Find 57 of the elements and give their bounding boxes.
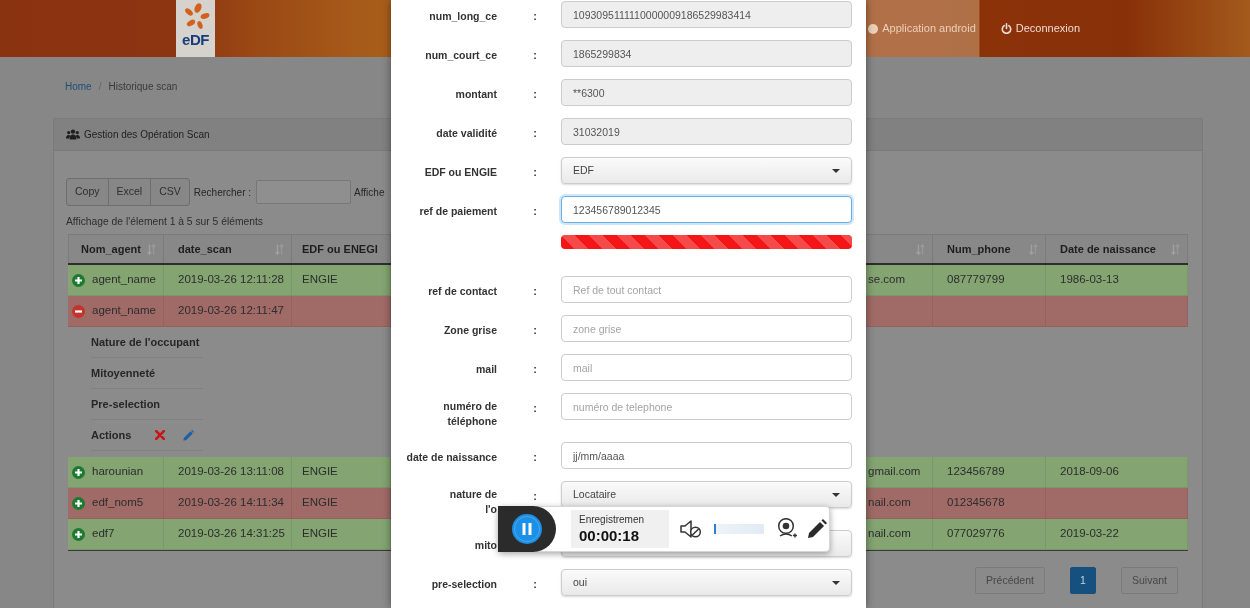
panel-title: Gestion des Opération Scan [84, 128, 210, 142]
table-cell: 2019-03-26 12:11:47 [164, 296, 292, 326]
field-label: num_court_ce [425, 48, 497, 63]
table-cell-text: edf_nom5 [92, 495, 144, 511]
colon-separator: : [533, 577, 537, 592]
table-cell: 2019-03-26 13:11:08 [164, 457, 292, 487]
field-label: mito [474, 538, 497, 553]
detail-label: Mitoyenneté [91, 365, 156, 381]
detail-label: Actions [91, 427, 132, 443]
recording-timer: 00:00:18 [579, 526, 641, 545]
detail-label: Nature de l'occupant [91, 334, 200, 350]
table-cell: 012345678 [933, 488, 1046, 518]
field-label: ref de paiement [419, 204, 497, 219]
field-label: nature de l'o [449, 487, 497, 517]
colon-separator: : [533, 450, 537, 465]
colon-separator: : [533, 48, 537, 63]
table-cell: 2019-03-26 14:11:34 [164, 488, 292, 518]
table-cell: 1986-03-13 [1046, 265, 1188, 295]
table-cell: 2019-03-22 [1046, 519, 1188, 549]
table-cell-text: agent_name [92, 303, 156, 319]
table-cell: 2019-03-26 12:11:28 [164, 265, 292, 295]
breadcrumb-current: Historique scan [108, 81, 178, 92]
colon-separator: : [533, 87, 537, 102]
table-cell-text: edf7 [92, 526, 115, 542]
table-cell: 2019-03-26 14:31:25 [164, 519, 292, 549]
field-label: pre-selection [431, 577, 497, 592]
table-cell: 2018-09-06 [1046, 457, 1188, 487]
colon-separator: : [533, 165, 537, 180]
colon-separator: : [533, 362, 537, 377]
table-cell: 123456789 [933, 457, 1046, 487]
search-label: Rechercher : [193, 185, 252, 200]
field-label: numéro de téléphone [442, 399, 497, 429]
field-label: num_long_ce [429, 9, 497, 24]
colon-separator: : [533, 204, 537, 219]
field-label: date de naissance [406, 450, 497, 465]
table-cell-text: agent_name [92, 272, 156, 288]
colon-separator: : [533, 284, 537, 299]
colon-separator: : [533, 9, 537, 24]
field-label: montant [455, 87, 497, 102]
recording-label: Enregistremen [579, 513, 646, 526]
entries-label: Affiche [354, 185, 385, 200]
breadcrumb-separator: / [98, 81, 102, 92]
colon-separator: : [533, 401, 537, 416]
colon-separator: : [533, 126, 537, 141]
table-info: Affichage de l'élement 1 à 5 sur 5 éléments [66, 215, 263, 229]
table-cell: 077029776 [933, 519, 1046, 549]
field-label: date validité [436, 126, 497, 141]
detail-label: Pre-selection [91, 396, 161, 412]
field-label: Zone grise [443, 323, 497, 338]
table-cell-text: harounian [92, 464, 144, 480]
table-cell: 087779799 [933, 265, 1046, 295]
field-label: mail [476, 362, 497, 377]
colon-separator: : [533, 323, 537, 338]
field-label: ref de contact [428, 284, 497, 299]
colon-separator: : [533, 489, 537, 504]
field-label: EDF ou ENGIE [424, 165, 497, 180]
logo-text: eDF [182, 32, 209, 48]
